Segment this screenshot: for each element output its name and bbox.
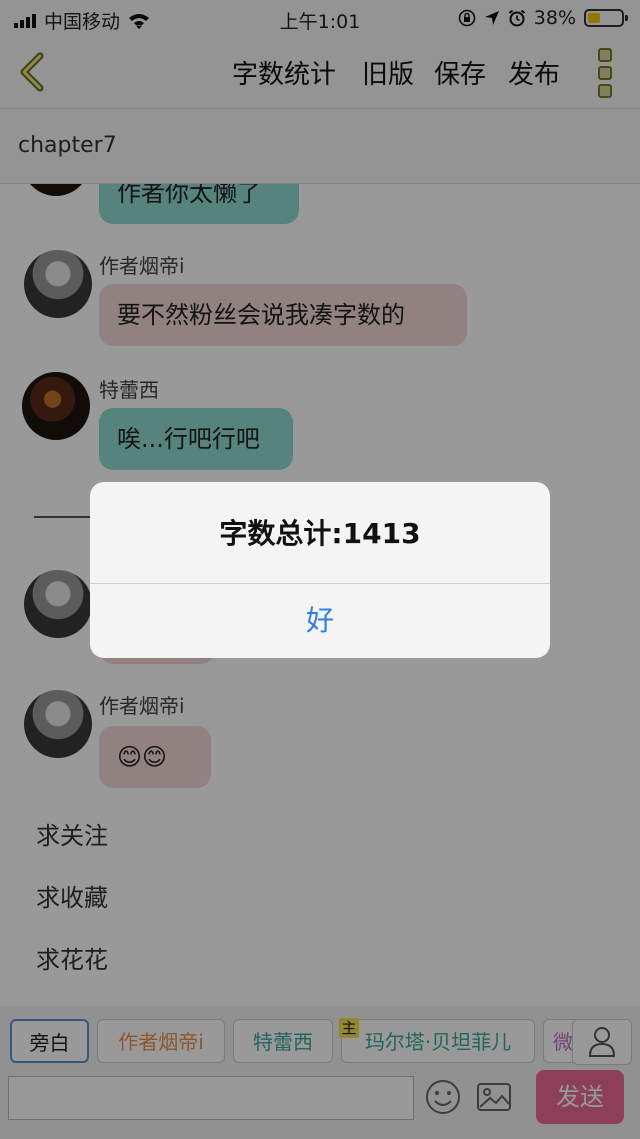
alert-message: 字数总计:1413 [219,517,421,550]
alert-dialog: 字数总计:1413 好 [90,482,550,658]
ok-button[interactable]: 好 [90,584,550,658]
